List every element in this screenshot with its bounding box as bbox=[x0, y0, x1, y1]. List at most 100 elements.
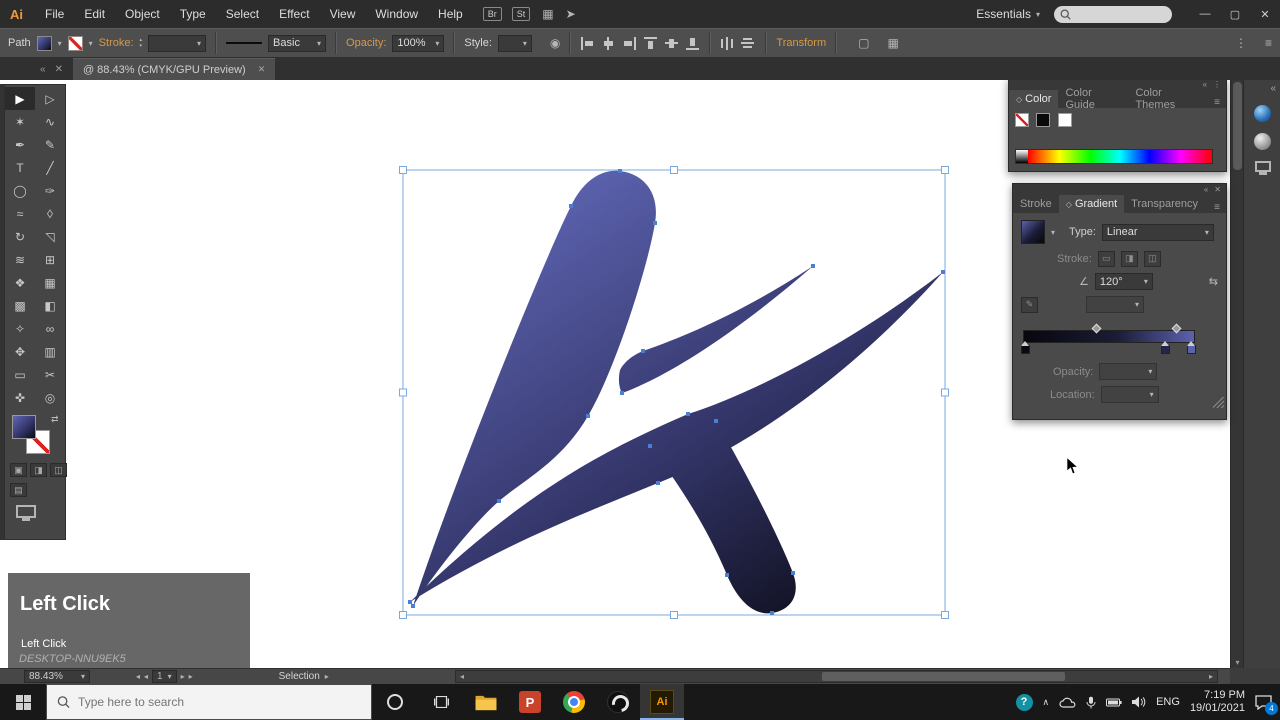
properties-panel-icon[interactable] bbox=[1254, 133, 1271, 150]
libraries-panel-icon[interactable] bbox=[1254, 105, 1271, 122]
rainbow-spectrum[interactable] bbox=[1028, 150, 1212, 163]
panel-menu-icon[interactable]: ≡ bbox=[1208, 97, 1226, 108]
start-button[interactable] bbox=[0, 684, 46, 720]
tool-direct-selection[interactable]: ▷ bbox=[35, 87, 65, 110]
stroke-link[interactable]: Stroke: bbox=[99, 37, 134, 49]
align-bottom-button[interactable] bbox=[685, 37, 700, 50]
first-artboard-icon[interactable]: ◂ bbox=[136, 672, 140, 681]
stock-button[interactable]: St bbox=[511, 7, 531, 21]
gradient-panel-dockbar[interactable]: « ✕ bbox=[1013, 184, 1226, 195]
scroll-left-icon[interactable]: ◂ bbox=[456, 672, 468, 681]
artboard-number-select[interactable]: 1 ▾ bbox=[152, 670, 177, 683]
document-setup-icon[interactable]: ◉ bbox=[550, 36, 560, 50]
app-logo[interactable]: Ai bbox=[10, 7, 23, 22]
menu-window[interactable]: Window bbox=[365, 0, 428, 28]
align-left-button[interactable] bbox=[580, 36, 595, 50]
draw-behind-button[interactable]: ◨ bbox=[30, 463, 47, 477]
opacity-select[interactable]: 100% ▾ bbox=[392, 34, 445, 52]
search-input[interactable] bbox=[78, 695, 361, 709]
file-explorer-button[interactable] bbox=[464, 684, 508, 720]
panel-menu-icon[interactable]: ≡ bbox=[1208, 202, 1226, 213]
chrome-button[interactable] bbox=[552, 684, 596, 720]
restore-button[interactable]: ▢ bbox=[1220, 0, 1250, 28]
isolate-icon[interactable]: ▢ bbox=[858, 36, 869, 50]
prev-artboard-icon[interactable]: ◂ bbox=[144, 672, 148, 681]
close-button[interactable]: ✕ bbox=[1250, 0, 1280, 28]
stroke-width-stepper[interactable]: ▴ ▾ bbox=[140, 37, 143, 49]
workspace-switcher[interactable]: Essentials ▾ bbox=[976, 7, 1040, 21]
tool-shape-builder[interactable]: ❖ bbox=[5, 271, 35, 294]
align-middle-button[interactable] bbox=[664, 37, 679, 50]
vertical-scrollbar-thumb[interactable] bbox=[1233, 82, 1242, 170]
close-panel-icon[interactable]: ✕ bbox=[1214, 185, 1221, 195]
stroke-width-select[interactable]: ▾ bbox=[148, 34, 207, 52]
tool-gradient[interactable]: ◧ bbox=[35, 294, 65, 317]
brush-select[interactable]: Basic ▾ bbox=[268, 34, 327, 52]
onedrive-icon[interactable] bbox=[1059, 697, 1076, 708]
monitor-icon[interactable] bbox=[16, 505, 36, 521]
menu-help[interactable]: Help bbox=[428, 0, 473, 28]
fill-color-swatch[interactable] bbox=[12, 415, 36, 439]
tool-curvature[interactable]: ✎ bbox=[35, 133, 65, 156]
panel-kebab-icon[interactable]: ⋮ bbox=[1235, 36, 1247, 50]
collapse-panel-icon[interactable]: « bbox=[1204, 185, 1208, 195]
vertical-scrollbar[interactable]: ▾ bbox=[1231, 80, 1244, 668]
tool-zoom[interactable]: ◎ bbox=[35, 386, 65, 409]
tool-scale[interactable]: ◹ bbox=[35, 225, 65, 248]
microphone-icon[interactable] bbox=[1086, 696, 1096, 709]
stroke-gradient-along-button[interactable]: ◨ bbox=[1120, 250, 1138, 267]
obs-button[interactable] bbox=[596, 684, 640, 720]
tool-eraser[interactable]: ◊ bbox=[35, 202, 65, 225]
gradient-preset-dropdown-icon[interactable]: ▾ bbox=[1051, 228, 1055, 237]
menu-view[interactable]: View bbox=[320, 0, 366, 28]
close-tools-icon[interactable]: ✕ bbox=[55, 64, 63, 75]
share-icon[interactable]: ➤ bbox=[566, 7, 576, 21]
tool-pen[interactable]: ✒ bbox=[5, 133, 35, 156]
hidden-icons-chevron[interactable]: ∧ bbox=[1043, 697, 1050, 708]
current-tool-status[interactable]: Selection ▸ bbox=[279, 671, 329, 682]
align-top-button[interactable] bbox=[643, 36, 658, 50]
color-spectrum-bar[interactable] bbox=[1015, 149, 1213, 164]
tool-eyedropper[interactable]: ✧ bbox=[5, 317, 35, 340]
panel-resize-grip[interactable] bbox=[1213, 397, 1224, 408]
grayscale-ramp[interactable] bbox=[1016, 150, 1028, 163]
horizontal-scrollbar-thumb[interactable] bbox=[821, 672, 1065, 681]
white-swatch[interactable] bbox=[1057, 113, 1072, 127]
panel-menu-icon[interactable]: ≡ bbox=[1265, 36, 1272, 50]
stroke-gradient-across-button[interactable]: ◫ bbox=[1143, 250, 1161, 267]
tool-slice[interactable]: ✂ bbox=[35, 363, 65, 386]
powerpoint-button[interactable]: P bbox=[508, 684, 552, 720]
tool-column-graph[interactable]: ▥ bbox=[35, 340, 65, 363]
scroll-right-icon[interactable]: ▸ bbox=[1205, 672, 1217, 681]
panel-kebab-icon[interactable]: ⋮ bbox=[1213, 80, 1221, 90]
horizontal-scrollbar[interactable]: ◂ ▸ bbox=[455, 670, 1218, 683]
language-indicator[interactable]: ENG bbox=[1156, 696, 1180, 708]
tab-color-guide[interactable]: Color Guide bbox=[1058, 87, 1128, 111]
action-center-button[interactable]: 4 bbox=[1255, 694, 1278, 715]
tool-symbol-sprayer[interactable]: ✥ bbox=[5, 340, 35, 363]
select-similar-icon[interactable]: ▦ bbox=[887, 36, 898, 50]
tool-blend[interactable]: ∞ bbox=[35, 317, 65, 340]
none-swatch[interactable] bbox=[1015, 113, 1029, 127]
distribute-horizontal-button[interactable] bbox=[720, 36, 735, 50]
gradient-slider[interactable] bbox=[1021, 321, 1218, 357]
spin-down-icon[interactable]: ▾ bbox=[140, 43, 143, 49]
menu-select[interactable]: Select bbox=[216, 0, 269, 28]
style-select[interactable]: ▾ bbox=[497, 34, 532, 52]
tab-stroke[interactable]: Stroke bbox=[1013, 195, 1059, 213]
gradient-stop-mid[interactable] bbox=[1161, 341, 1170, 354]
help-icon[interactable]: ? bbox=[1015, 693, 1033, 711]
document-tab[interactable]: @ 88.43% (CMYK/GPU Preview) ✕ bbox=[72, 58, 276, 80]
taskbar-search[interactable] bbox=[46, 684, 372, 720]
collapse-tools-icon[interactable]: « bbox=[40, 64, 46, 75]
tool-hand[interactable]: ✜ bbox=[5, 386, 35, 409]
gradient-ramp[interactable] bbox=[1023, 330, 1195, 343]
transform-link[interactable]: Transform bbox=[776, 37, 826, 49]
scroll-down-icon[interactable]: ▾ bbox=[1231, 658, 1244, 667]
gradient-type-select[interactable]: Linear ▾ bbox=[1101, 223, 1214, 241]
menu-effect[interactable]: Effect bbox=[269, 0, 319, 28]
tool-type[interactable]: T bbox=[5, 156, 35, 179]
draw-normal-button[interactable]: ▣ bbox=[10, 463, 27, 477]
stroke-dropdown-icon[interactable]: ▾ bbox=[89, 39, 93, 48]
zoom-level-select[interactable]: 88.43% ▾ bbox=[24, 670, 90, 683]
